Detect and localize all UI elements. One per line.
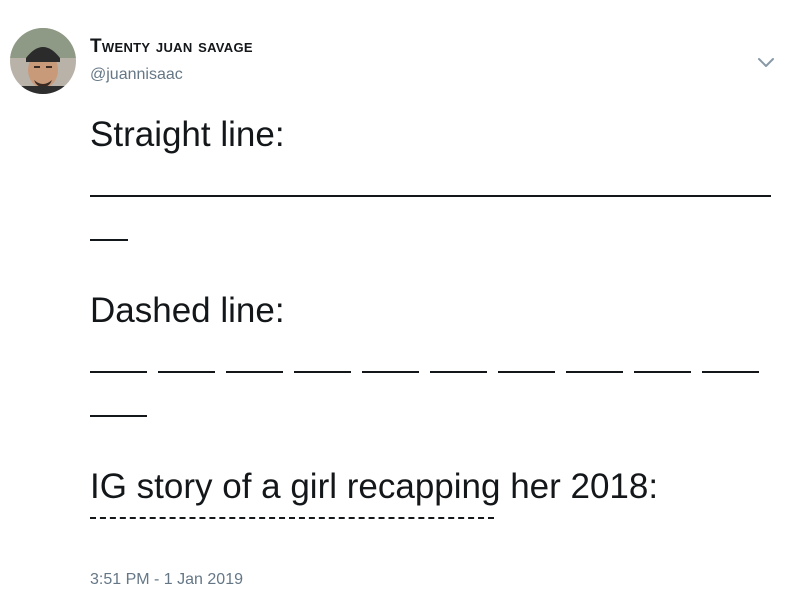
- dash-segment: [90, 371, 147, 373]
- dash-segment: [90, 415, 147, 417]
- dash-segment: [158, 371, 215, 373]
- dashed-line: [90, 333, 780, 377]
- dash-segment: [362, 371, 419, 373]
- tweet-line-ig-story: IG story of a girl recapping her 2018:: [90, 467, 659, 506]
- tweet-line-dashed: Dashed line:: [90, 291, 285, 330]
- dash-segment: [634, 371, 691, 373]
- tweet-text: Straight line: Dashed line: IG story of …: [90, 113, 780, 531]
- dash-segment: [294, 371, 351, 373]
- user-handle[interactable]: @juannisaac: [90, 66, 183, 84]
- dash-segment: [702, 371, 759, 373]
- display-name[interactable]: Twenty juan savage: [90, 36, 253, 58]
- straight-line: [90, 157, 780, 201]
- avatar[interactable]: [10, 28, 76, 94]
- dash-segment: [566, 371, 623, 373]
- dotted-line: [90, 509, 780, 531]
- dashed-line-wrap: [90, 377, 780, 421]
- straight-line-wrap: [90, 201, 780, 245]
- dash-segment: [498, 371, 555, 373]
- dash-segment: [430, 371, 487, 373]
- timestamp[interactable]: 3:51 PM - 1 Jan 2019: [90, 571, 243, 589]
- chevron-down-icon[interactable]: [754, 52, 778, 72]
- dash-segment: [226, 371, 283, 373]
- profile-photo-icon: [10, 28, 76, 94]
- tweet-line-straight: Straight line:: [90, 115, 285, 154]
